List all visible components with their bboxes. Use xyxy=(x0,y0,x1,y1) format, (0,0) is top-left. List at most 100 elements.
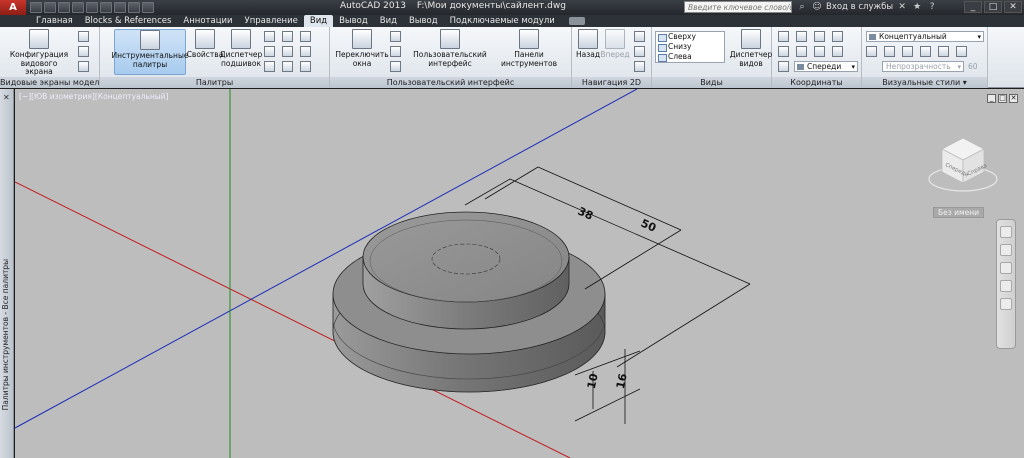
join-viewports-icon[interactable] xyxy=(78,46,89,57)
save-as-icon[interactable] xyxy=(72,2,84,13)
calculator-icon[interactable] xyxy=(264,61,275,72)
materials-toggle-icon[interactable] xyxy=(920,46,931,57)
viewport-config-button[interactable]: Конфигурация видового экрана xyxy=(8,29,70,77)
tile-horizontal-icon[interactable] xyxy=(390,31,401,42)
ucs-origin-icon[interactable] xyxy=(778,46,789,57)
minimize-icon[interactable]: _ xyxy=(964,1,982,13)
lighting-icon[interactable] xyxy=(956,46,967,57)
panel-title-ui: Пользовательский интерфейс xyxy=(330,77,571,88)
viewcube-ucs-menu[interactable]: Без имени xyxy=(932,207,984,218)
viewport-config-icon xyxy=(29,29,49,49)
ucs-view-icon[interactable] xyxy=(778,61,789,72)
ucs-z-icon[interactable] xyxy=(796,46,807,57)
star-icon[interactable]: ★ xyxy=(911,1,923,13)
materials-icon[interactable] xyxy=(300,31,311,42)
render-icon[interactable] xyxy=(300,61,311,72)
search-icon[interactable]: ⌕ xyxy=(796,1,808,13)
orbit-nav-icon[interactable] xyxy=(1000,280,1012,292)
exchange-icon[interactable]: ✕ xyxy=(896,1,908,13)
save-icon[interactable] xyxy=(58,2,70,13)
visual-style-combo[interactable]: Концептуальный xyxy=(866,31,984,42)
open-file-icon[interactable] xyxy=(44,2,56,13)
panel-palettes: Инструментальные палитры Свойства Диспет… xyxy=(100,27,330,88)
drawing-viewport[interactable]: 38 50 10 16 Спереди Справа [−][ЮВ изомет… xyxy=(15,89,1024,458)
sheet-set-button[interactable]: Диспетчер подшивок xyxy=(220,29,262,68)
zoom-extents-icon[interactable] xyxy=(1000,262,1012,274)
properties-button[interactable]: Свойства xyxy=(187,29,223,60)
close-icon[interactable]: ✕ xyxy=(1004,1,1022,13)
palette-close-icon[interactable]: ✕ xyxy=(3,93,10,102)
tab-output-2[interactable]: Вывод xyxy=(403,15,444,27)
ucs-world-icon[interactable] xyxy=(796,31,807,42)
vp-close-icon[interactable]: ✕ xyxy=(1009,94,1018,103)
maximize-icon[interactable]: □ xyxy=(984,1,1002,13)
lights-icon[interactable] xyxy=(300,46,311,57)
view-bottom[interactable]: Снизу xyxy=(656,42,724,52)
named-viewports-icon[interactable] xyxy=(78,31,89,42)
tab-view[interactable]: Вид xyxy=(303,15,334,27)
redo-icon[interactable] xyxy=(114,2,126,13)
print-icon[interactable] xyxy=(86,2,98,13)
toolbars-button[interactable]: Панели инструментов xyxy=(488,29,570,68)
restore-viewports-icon[interactable] xyxy=(78,61,89,72)
ribbon-minimize-icon[interactable] xyxy=(568,17,585,25)
pan-hand-icon[interactable] xyxy=(1000,244,1012,256)
tool-palettes-bar[interactable]: ✕ Палитры инструментов - Все палитры xyxy=(0,89,14,458)
tab-view-2[interactable]: Вид xyxy=(374,15,403,27)
tab-plugins[interactable]: Подключаемые модули xyxy=(444,15,561,27)
command-line-icon[interactable] xyxy=(282,31,293,42)
design-center-icon[interactable] xyxy=(264,31,275,42)
workspace-icon[interactable] xyxy=(128,2,140,13)
shadows-icon[interactable] xyxy=(902,46,913,57)
ucs-object-icon[interactable] xyxy=(832,46,843,57)
opacity-field[interactable]: Непрозрачность xyxy=(882,61,964,72)
dim-text-38: 38 xyxy=(576,205,595,223)
view-manager-button[interactable]: Диспетчер видов xyxy=(730,29,772,68)
search-input[interactable]: Введите ключевое слово/фразу xyxy=(684,1,792,13)
switch-windows-button[interactable]: Переключить окна xyxy=(334,29,390,68)
viewport-label[interactable]: [−][ЮВ изометрия][Концептуальный] xyxy=(19,92,168,101)
zoom-icon[interactable] xyxy=(634,46,645,57)
help-icon[interactable]: ? xyxy=(926,1,938,13)
layer-icon[interactable] xyxy=(282,61,293,72)
external-refs-icon[interactable] xyxy=(282,46,293,57)
vp-minimize-icon[interactable]: _ xyxy=(987,94,996,103)
vp-restore-icon[interactable]: □ xyxy=(998,94,1007,103)
ucs-combo[interactable]: Спереди xyxy=(794,61,858,72)
tab-blocks[interactable]: Blocks & References xyxy=(79,15,178,27)
pan-icon[interactable] xyxy=(634,31,645,42)
xray-icon[interactable] xyxy=(866,46,877,57)
tab-home[interactable]: Главная xyxy=(30,15,79,27)
markup-icon[interactable] xyxy=(264,46,275,57)
cascade-icon[interactable] xyxy=(390,61,401,72)
autocad-logo-icon[interactable]: A xyxy=(0,0,26,15)
steeringwheel-icon[interactable] xyxy=(1000,226,1012,238)
tab-output[interactable]: Вывод xyxy=(333,15,374,27)
user-interface-icon xyxy=(440,29,460,49)
ucs-y-icon[interactable] xyxy=(832,31,843,42)
undo-icon[interactable] xyxy=(100,2,112,13)
orbit-icon[interactable] xyxy=(634,61,645,72)
ucs-icon[interactable] xyxy=(778,31,789,42)
viewcube[interactable]: Спереди Справа xyxy=(928,137,998,192)
ucs-3point-icon[interactable] xyxy=(814,46,825,57)
face-color-icon[interactable] xyxy=(938,46,949,57)
visual-style-value: Концептуальный xyxy=(879,32,947,41)
view-top[interactable]: Сверху xyxy=(656,32,724,42)
tile-vertical-icon[interactable] xyxy=(390,46,401,57)
tab-annotate[interactable]: Аннотации xyxy=(177,15,238,27)
edges-icon[interactable] xyxy=(884,46,895,57)
tool-palettes-button[interactable]: Инструментальные палитры xyxy=(112,29,189,75)
user-interface-button[interactable]: Пользовательский интерфейс xyxy=(412,29,488,68)
forward-button[interactable]: Вперед xyxy=(600,29,630,60)
view-left[interactable]: Слева xyxy=(656,52,724,62)
ucs-x-icon[interactable] xyxy=(814,31,825,42)
views-list[interactable]: Сверху Снизу Слева xyxy=(655,31,725,63)
showmotion-icon[interactable] xyxy=(1000,298,1012,310)
user-icon[interactable]: ☺ xyxy=(811,1,823,13)
qat-dropdown-icon[interactable] xyxy=(142,2,154,13)
back-button[interactable]: Назад xyxy=(576,29,600,60)
new-file-icon[interactable] xyxy=(30,2,42,13)
signin-link[interactable]: Вход в службы xyxy=(826,2,893,12)
tab-manage[interactable]: Управление xyxy=(239,15,304,27)
